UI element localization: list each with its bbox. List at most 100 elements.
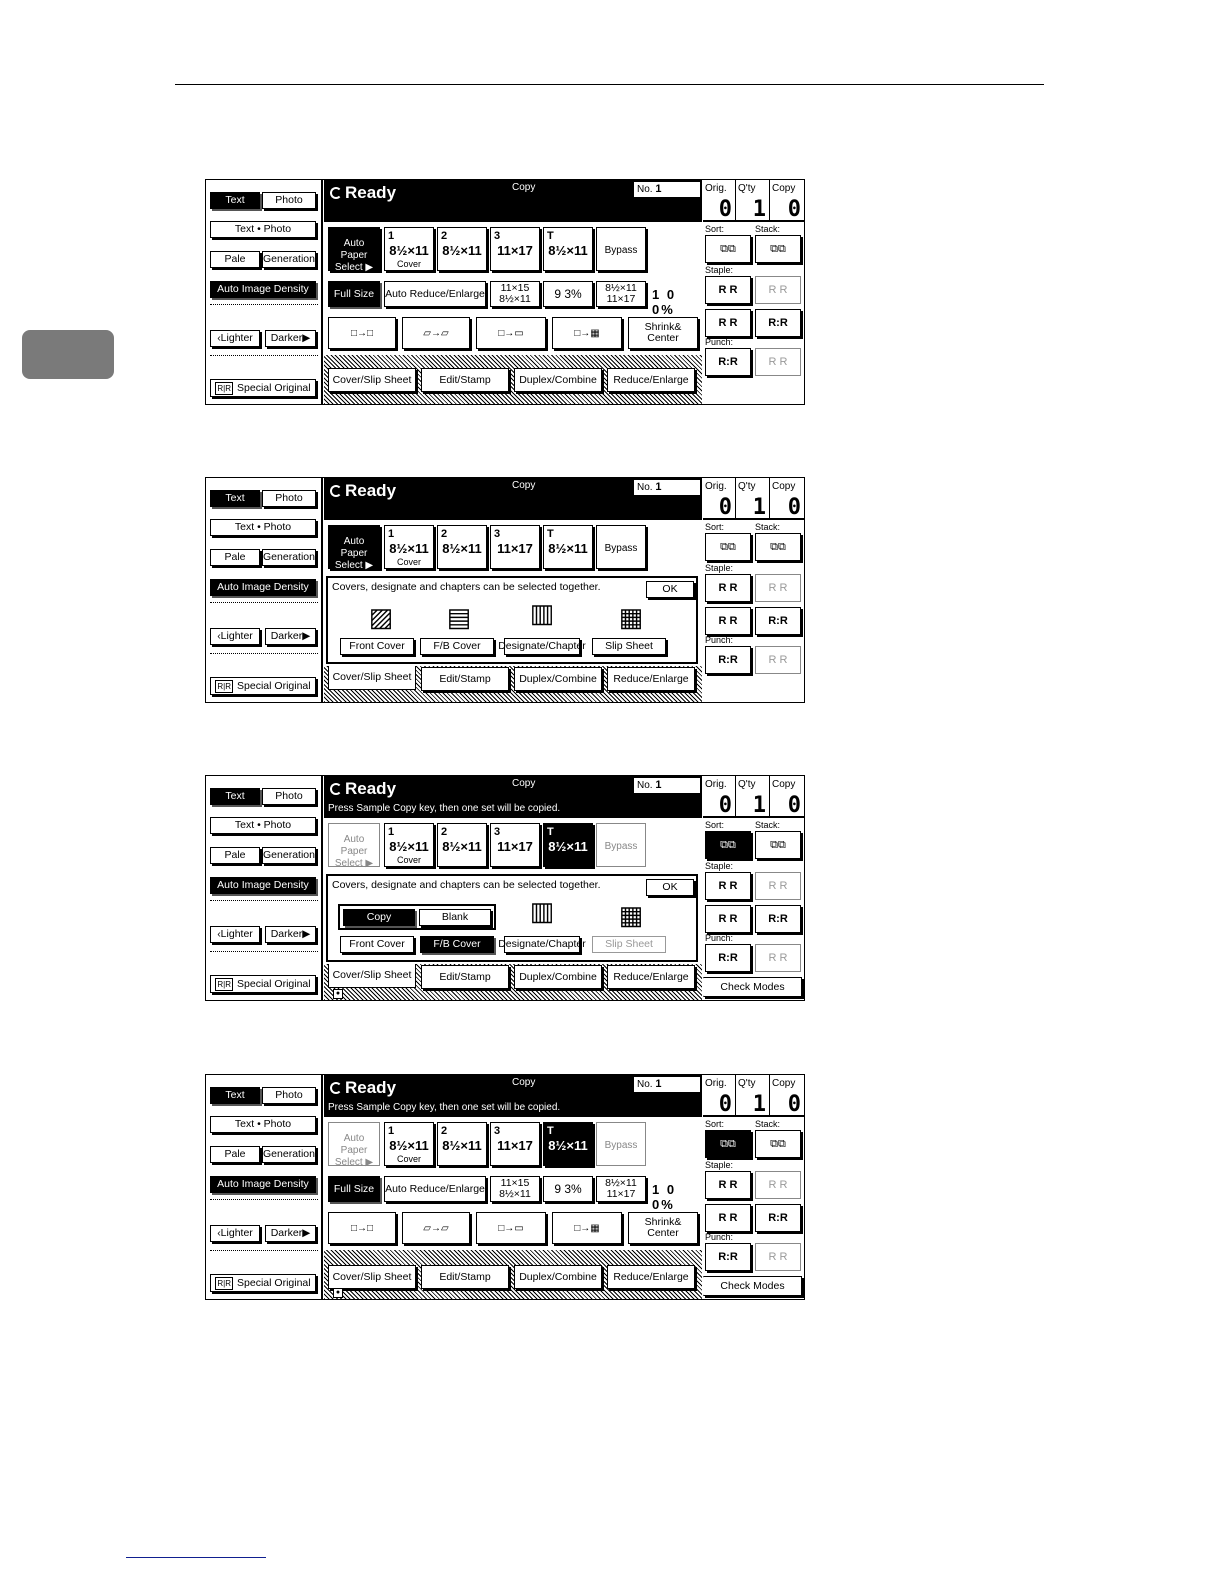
auto-image-density-button[interactable]: Auto Image Density	[210, 1176, 316, 1193]
auto-reduce-enlarge-button[interactable]: Auto Reduce/Enlarge	[384, 1176, 486, 1202]
preset-ratio-3-button[interactable]: 8½×11 11×17	[596, 1176, 646, 1202]
preset-ratio-1-button[interactable]: 11×15 8½×11	[490, 281, 540, 307]
pale-button[interactable]: Pale	[210, 251, 260, 268]
staple-top-right-button[interactable]: R R	[755, 1171, 801, 1199]
stack-button[interactable]: ⧉⧉	[755, 235, 801, 263]
special-original-button[interactable]: R|R Special Original	[210, 677, 316, 695]
tab-duplex-combine[interactable]: Duplex/Combine	[514, 368, 602, 392]
tab-edit-stamp[interactable]: Edit/Stamp	[421, 667, 509, 691]
text-button[interactable]: Text	[210, 788, 260, 805]
staple-top-left-button[interactable]: R R	[705, 1171, 751, 1199]
slip-sheet-button[interactable]: Slip Sheet	[592, 936, 666, 953]
front-cover-button[interactable]: Front Cover	[340, 936, 414, 953]
tray-2-button[interactable]: 2 8½×11	[437, 227, 487, 271]
tab-reduce-enlarge[interactable]: Reduce/Enlarge	[607, 965, 695, 989]
tab-cover-slip-sheet[interactable]: Cover/Slip Sheet	[328, 368, 416, 392]
bypass-button[interactable]: Bypass	[596, 227, 646, 271]
ok-button[interactable]: OK	[646, 581, 694, 598]
text-photo-button[interactable]: Text • Photo	[210, 519, 316, 536]
staple-left-button[interactable]: R R	[705, 607, 751, 635]
shrink-center-button[interactable]: Shrink& Center	[628, 1212, 698, 1244]
tray-t-button[interactable]: T 8½×11	[543, 823, 593, 867]
tray-3-button[interactable]: 3 11×17	[490, 227, 540, 271]
punch-left-button[interactable]: R:R	[705, 1243, 751, 1271]
tab-reduce-enlarge[interactable]: Reduce/Enlarge	[607, 667, 695, 691]
sort-button[interactable]: ⧉⧉	[705, 831, 751, 859]
punch-left-button[interactable]: R:R	[705, 646, 751, 674]
staple-top-left-button[interactable]: R R	[705, 574, 751, 602]
tab-duplex-combine[interactable]: Duplex/Combine	[514, 965, 602, 989]
punch-top-button[interactable]: R R	[755, 944, 801, 972]
punch-left-button[interactable]: R:R	[705, 348, 751, 376]
generation-button[interactable]: Generation	[262, 1146, 316, 1163]
bypass-button[interactable]: Bypass	[596, 1122, 646, 1166]
text-button[interactable]: Text	[210, 1087, 260, 1104]
tray-t-button[interactable]: T 8½×11	[543, 525, 593, 569]
tab-cover-slip-sheet[interactable]: Cover/Slip Sheet	[328, 964, 416, 988]
punch-top-button[interactable]: R R	[755, 1243, 801, 1271]
text-photo-button[interactable]: Text • Photo	[210, 1116, 316, 1133]
lighter-button[interactable]: ‹Lighter	[210, 1225, 260, 1242]
blank-button[interactable]: Blank	[419, 909, 491, 926]
bypass-button[interactable]: Bypass	[596, 525, 646, 569]
text-photo-button[interactable]: Text • Photo	[210, 221, 316, 238]
combine-four-originals-icon[interactable]: □→▦	[552, 317, 622, 349]
tab-edit-stamp[interactable]: Edit/Stamp	[421, 965, 509, 989]
fb-cover-button[interactable]: F/B Cover	[420, 936, 494, 953]
auto-paper-select-button[interactable]: Auto Paper Select ▶	[328, 525, 380, 571]
sort-button[interactable]: ⧉⧉	[705, 533, 751, 561]
photo-button[interactable]: Photo	[262, 788, 316, 805]
generation-button[interactable]: Generation	[262, 847, 316, 864]
staple-top-right-button[interactable]: R R	[755, 574, 801, 602]
special-original-button[interactable]: R|R Special Original	[210, 1274, 316, 1292]
staple-left-button[interactable]: R R	[705, 309, 751, 337]
punch-left-button[interactable]: R:R	[705, 944, 751, 972]
tray-1-button[interactable]: 1 8½×11 Cover	[384, 823, 434, 867]
preset-ratio-2-button[interactable]: 9 3%	[543, 281, 593, 307]
tab-duplex-combine[interactable]: Duplex/Combine	[514, 667, 602, 691]
tab-cover-slip-sheet[interactable]: Cover/Slip Sheet	[328, 1265, 416, 1289]
photo-button[interactable]: Photo	[262, 1087, 316, 1104]
staple-left-button[interactable]: R R	[705, 1204, 751, 1232]
combine-four-originals-icon[interactable]: □→▦	[552, 1212, 622, 1244]
tray-3-button[interactable]: 3 11×17	[490, 1122, 540, 1166]
auto-image-density-button[interactable]: Auto Image Density	[210, 579, 316, 596]
two-sided-to-two-sided-icon[interactable]: ▱→▱	[402, 1212, 470, 1244]
auto-image-density-button[interactable]: Auto Image Density	[210, 877, 316, 894]
full-size-button[interactable]: Full Size	[328, 281, 380, 307]
lighter-button[interactable]: ‹Lighter	[210, 926, 260, 943]
darker-button[interactable]: Darker▶	[265, 1225, 316, 1242]
combine-two-originals-icon[interactable]: □→▭	[476, 1212, 546, 1244]
generation-button[interactable]: Generation	[262, 549, 316, 566]
auto-paper-select-button[interactable]: Auto Paper Select ▶	[328, 227, 380, 273]
darker-button[interactable]: Darker▶	[265, 926, 316, 943]
auto-paper-select-button[interactable]: Auto Paper Select ▶	[328, 1122, 380, 1168]
punch-top-button[interactable]: R R	[755, 348, 801, 376]
check-modes-button[interactable]: Check Modes	[703, 1276, 802, 1296]
auto-paper-select-button[interactable]: Auto Paper Select ▶	[328, 823, 380, 869]
lighter-button[interactable]: ‹Lighter	[210, 330, 260, 347]
tab-cover-slip-sheet[interactable]: Cover/Slip Sheet	[328, 666, 416, 690]
staple-top-right-button[interactable]: R R	[755, 872, 801, 900]
special-original-button[interactable]: R|R Special Original	[210, 975, 316, 993]
photo-button[interactable]: Photo	[262, 192, 316, 209]
tray-3-button[interactable]: 3 11×17	[490, 823, 540, 867]
tray-2-button[interactable]: 2 8½×11	[437, 823, 487, 867]
stack-button[interactable]: ⧉⧉	[755, 831, 801, 859]
pale-button[interactable]: Pale	[210, 1146, 260, 1163]
special-original-button[interactable]: R|R Special Original	[210, 379, 316, 397]
ok-button[interactable]: OK	[646, 879, 694, 896]
pale-button[interactable]: Pale	[210, 847, 260, 864]
check-modes-button[interactable]: Check Modes	[703, 977, 802, 997]
text-photo-button[interactable]: Text • Photo	[210, 817, 316, 834]
tab-edit-stamp[interactable]: Edit/Stamp	[421, 368, 509, 392]
tray-t-button[interactable]: T 8½×11	[543, 227, 593, 271]
text-button[interactable]: Text	[210, 192, 260, 209]
tray-2-button[interactable]: 2 8½×11	[437, 1122, 487, 1166]
copy-button[interactable]: Copy	[343, 909, 415, 926]
tray-1-button[interactable]: 1 8½×11 Cover	[384, 525, 434, 569]
auto-image-density-button[interactable]: Auto Image Density	[210, 281, 316, 298]
one-sided-to-two-sided-icon[interactable]: □→□	[328, 1212, 396, 1244]
designate-chapter-button[interactable]: Designate/Chapter	[498, 638, 586, 655]
tab-duplex-combine[interactable]: Duplex/Combine	[514, 1265, 602, 1289]
